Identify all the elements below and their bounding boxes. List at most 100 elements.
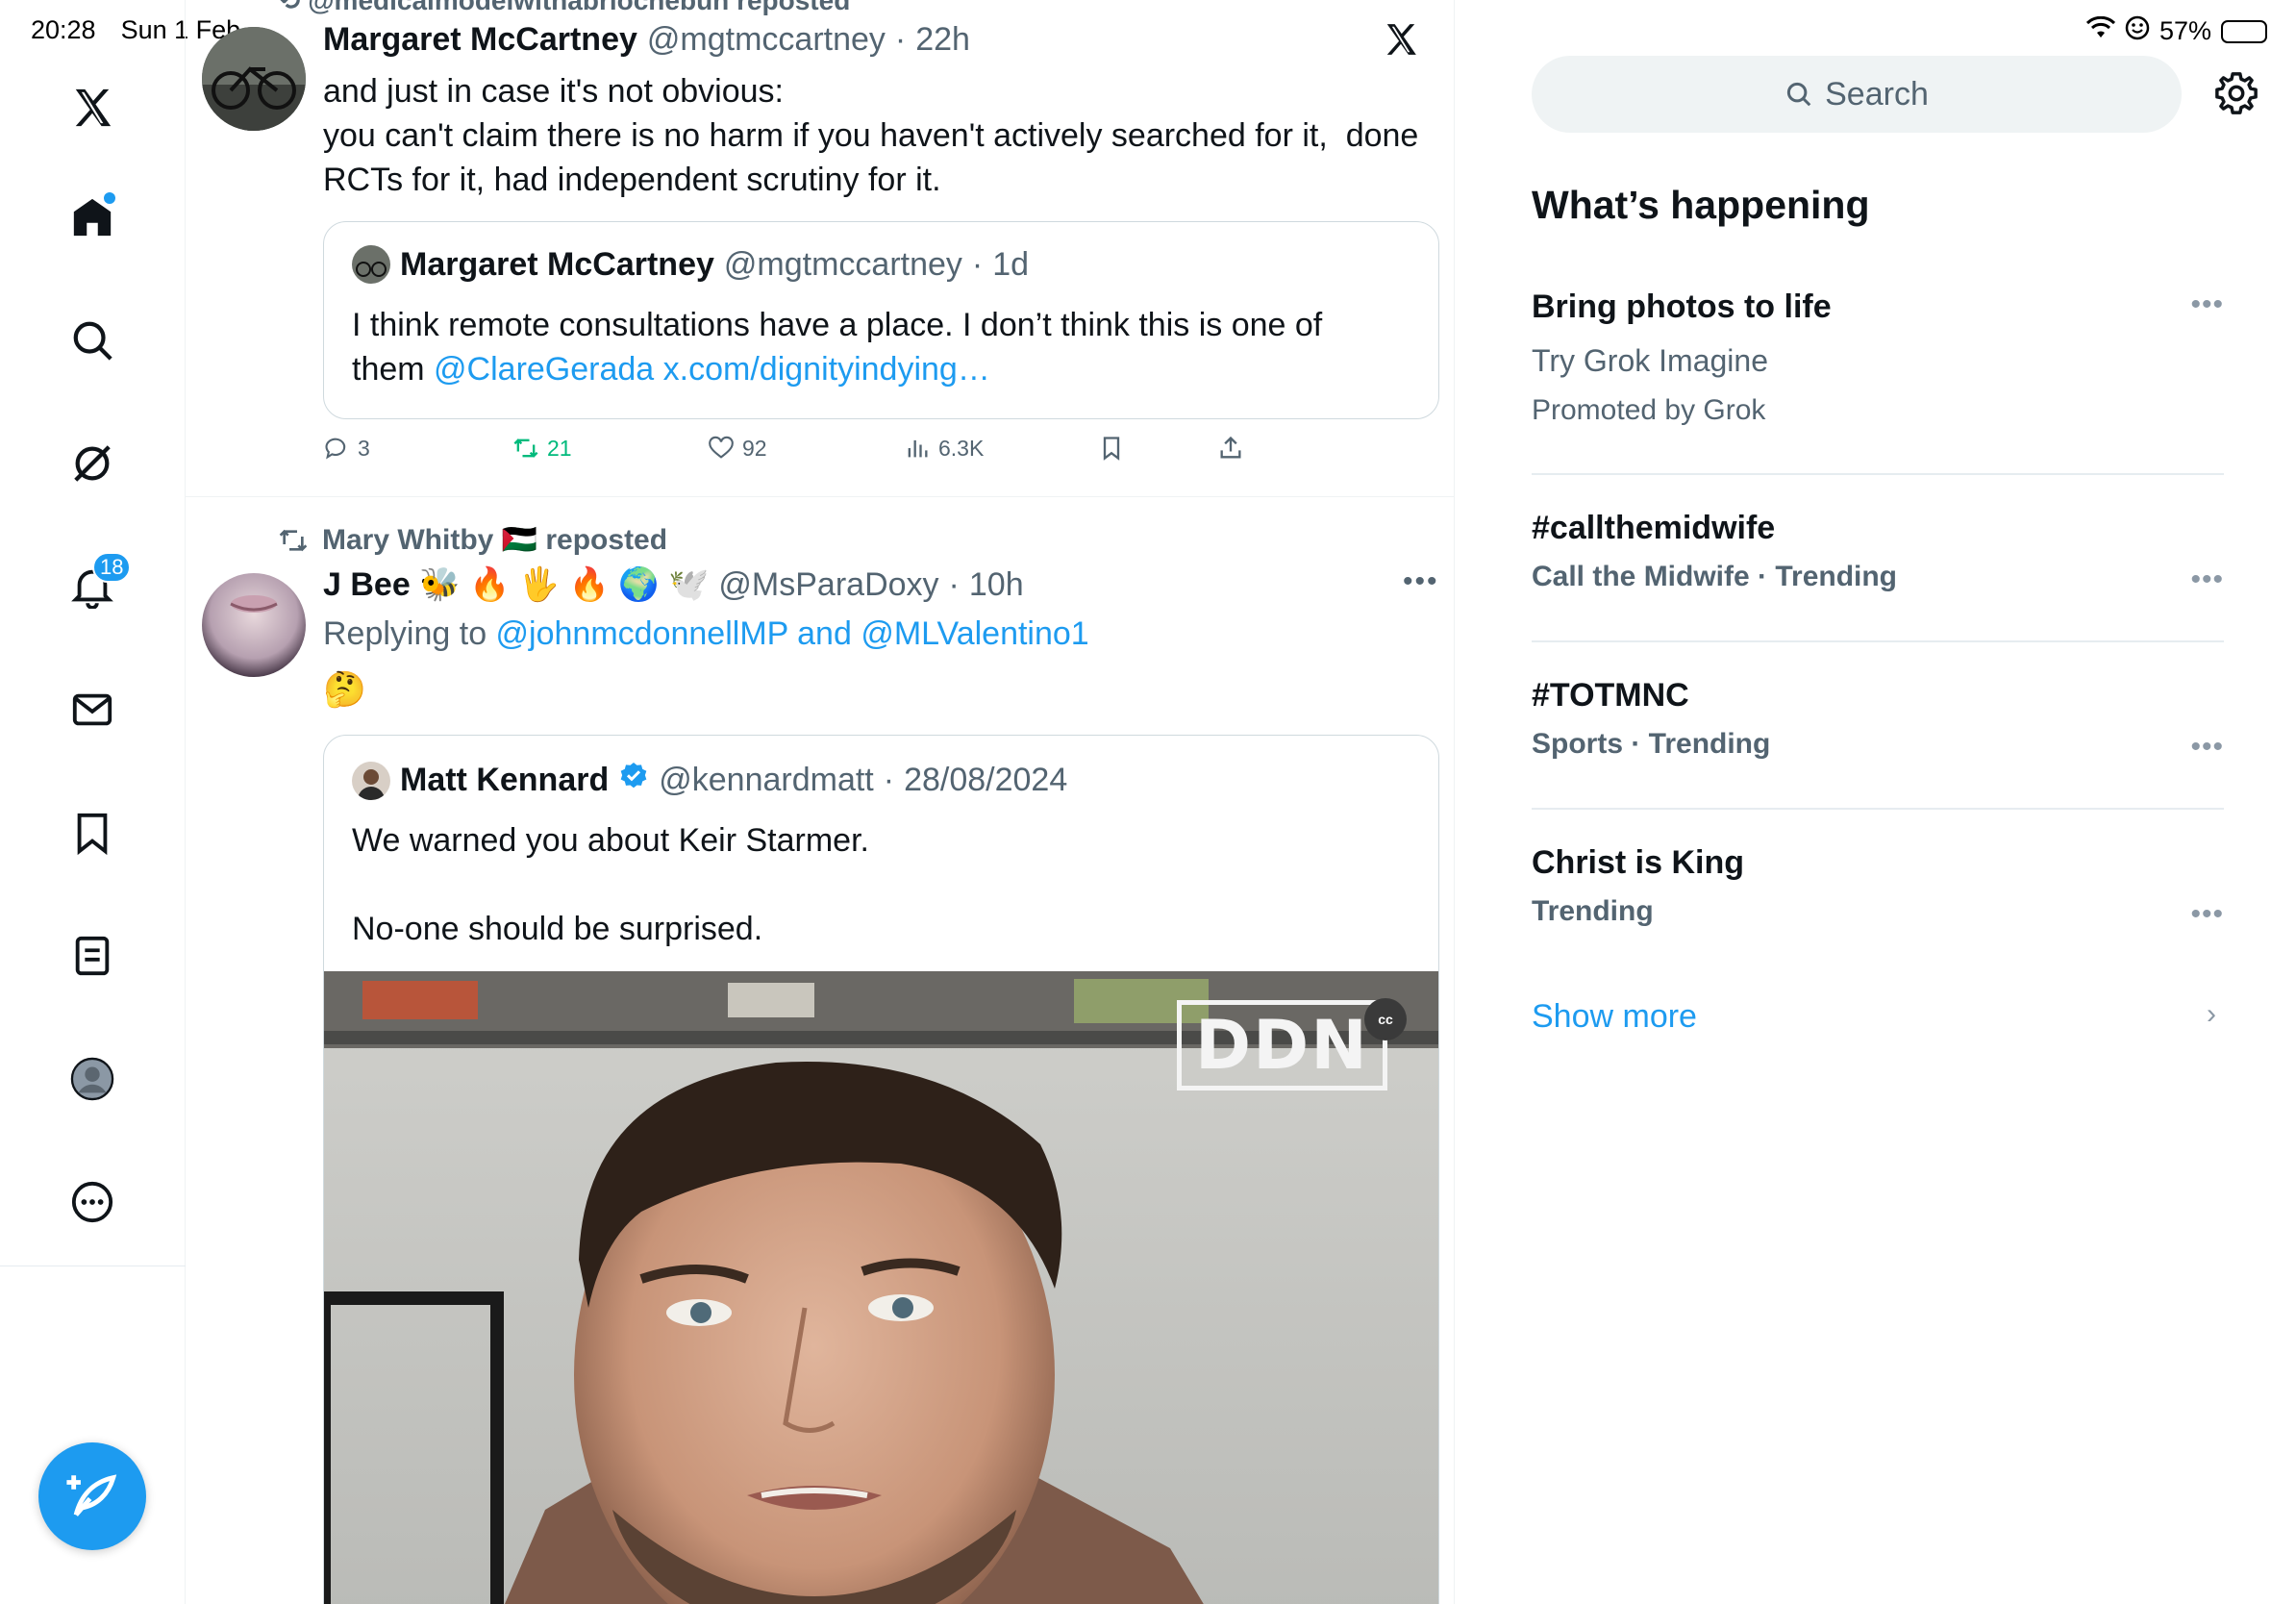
bookmark-icon <box>1103 437 1120 461</box>
x-logo-icon[interactable] <box>63 79 121 137</box>
reposted-by-label[interactable]: Mary Whitby 🇵🇸 reposted <box>322 523 667 557</box>
separator: · <box>971 245 984 283</box>
more-options-button[interactable]: ••• <box>1403 565 1439 598</box>
timeline: ⟲ @medicalmodelwithabriochebun reposted … <box>186 0 1455 1604</box>
trend-meta: Call the Midwife · Trending <box>1532 561 1898 592</box>
author-handle[interactable]: @MsParaDoxy <box>718 566 938 604</box>
quoted-tweet-header: Margaret McCartney @mgtmccartney · 1d <box>352 245 1029 284</box>
x-logo-icon <box>1383 21 1419 63</box>
author-handle[interactable]: @mgtmccartney <box>647 21 886 59</box>
repost-icon <box>279 529 308 551</box>
timestamp: 1d <box>992 245 1030 283</box>
tweet-text-line: and just in case it's not obvious: <box>323 73 784 110</box>
author-name: Margaret McCartney <box>400 245 714 283</box>
tweet-text-line: We warned you about Keir Starmer. <box>352 822 869 859</box>
trend-meta: Promoted by Grok <box>1532 394 1766 426</box>
bookmark-icon[interactable] <box>63 804 121 862</box>
author-name[interactable]: J Bee 🐝 🔥 🖐️ 🔥 🌍 🕊️ <box>323 565 709 604</box>
repost-button[interactable]: 21 <box>512 435 572 462</box>
trend-more-button[interactable]: ••• <box>2190 898 2224 931</box>
views-icon <box>908 439 928 458</box>
more-icon[interactable] <box>63 1173 121 1231</box>
repost-indicator: Mary Whitby 🇵🇸 reposted <box>278 523 667 557</box>
tweet-text-line: No-one should be surprised. <box>352 911 763 947</box>
repost-icon <box>513 439 538 458</box>
trend-item[interactable]: #TOTMNC Sports · Trending ••• <box>1532 677 2224 764</box>
timestamp[interactable]: 22h <box>915 21 970 59</box>
share-icon <box>1220 436 1241 459</box>
view-count: 6.3K <box>938 435 985 461</box>
search-input[interactable]: Search <box>1532 56 2182 133</box>
trend-divider <box>1532 473 2224 475</box>
bookmark-button[interactable] <box>1098 435 1125 462</box>
video-watermark: DDN <box>1177 1000 1387 1090</box>
home-icon[interactable] <box>63 188 121 246</box>
like-button[interactable]: 92 <box>708 435 767 462</box>
tweet-text: and just in case it's not obvious: you c… <box>323 69 1438 202</box>
search-placeholder: Search <box>1825 75 1929 113</box>
trend-subtitle: Try Grok Imagine <box>1532 343 1768 378</box>
text-fragment: them <box>352 351 435 388</box>
show-more-link[interactable]: Show more › <box>1532 998 2224 1036</box>
mention-link[interactable]: @ClareGerada <box>434 351 654 388</box>
grok-icon[interactable] <box>63 435 121 492</box>
bell-icon[interactable]: 18 <box>63 552 132 615</box>
replying-label: Replying to <box>323 615 496 652</box>
trend-meta: Trending <box>1532 895 1654 927</box>
video-player[interactable]: DDN cc <box>324 971 1438 1604</box>
trend-more-button[interactable]: ••• <box>2190 288 2224 321</box>
tweet-header: Margaret McCartney @mgtmccartney · 22h <box>323 21 970 59</box>
home-unread-dot <box>104 192 115 204</box>
search-icon[interactable] <box>63 312 121 369</box>
quoted-tweet[interactable]: Matt Kennard @kennardmatt · 28/08/2024 W… <box>323 735 1439 1604</box>
replying-to: Replying to @johnmcdonnellMP and @MLVale… <box>323 615 1089 653</box>
trend-more-button[interactable]: ••• <box>2190 731 2224 764</box>
trend-item[interactable]: #callthemidwife Call the Midwife · Trend… <box>1532 510 2224 596</box>
mail-icon[interactable] <box>63 681 121 739</box>
share-button[interactable] <box>1217 435 1244 462</box>
notifications-badge: 18 <box>92 552 132 583</box>
closed-captions-button[interactable]: cc <box>1364 998 1407 1040</box>
repost-indicator: ⟲ @medicalmodelwithabriochebun reposted <box>278 0 850 16</box>
gear-icon[interactable] <box>2214 71 2259 120</box>
compose-button[interactable] <box>38 1442 146 1550</box>
tweet-divider <box>186 496 1454 497</box>
tweet-text-line: I think remote consultations have a plac… <box>352 307 1323 343</box>
quoted-tweet-text: I think remote consultations have a plac… <box>352 303 1410 391</box>
views-button[interactable]: 6.3K <box>904 435 984 462</box>
profile-icon[interactable] <box>63 1050 121 1108</box>
reply-count: 3 <box>358 435 370 461</box>
like-count: 92 <box>742 435 767 461</box>
repost-count: 21 <box>547 435 572 461</box>
url-link[interactable]: x.com/dignityindying… <box>663 351 990 388</box>
reply-button[interactable]: 3 <box>323 435 370 462</box>
author-name[interactable]: Margaret McCartney <box>323 21 637 59</box>
trend-item[interactable]: Christ is King Trending ••• <box>1532 844 2224 931</box>
timestamp[interactable]: 10h <box>969 566 1024 604</box>
separator: · <box>894 21 907 58</box>
verified-badge-icon <box>618 761 649 800</box>
avatar <box>352 245 390 284</box>
retweet-icon: ⟲ <box>278 0 309 15</box>
tweet-header: J Bee 🐝 🔥 🖐️ 🔥 🌍 🕊️ @MsParaDoxy · 10h <box>323 565 1024 604</box>
trend-title: Christ is King <box>1532 844 1745 881</box>
trend-more-button[interactable]: ••• <box>2190 564 2224 596</box>
author-handle: @kennardmatt <box>659 762 874 798</box>
avatar <box>352 761 390 800</box>
lists-icon[interactable] <box>63 927 121 985</box>
trend-divider <box>1532 640 2224 642</box>
right-sidebar: Search What’s happening Bring photos to … <box>1455 0 2296 1604</box>
quoted-tweet[interactable]: Margaret McCartney @mgtmccartney · 1d I … <box>323 221 1439 419</box>
avatar[interactable] <box>202 573 306 677</box>
replying-to-links[interactable]: @johnmcdonnellMP and @MLValentino1 <box>496 615 1089 652</box>
section-title: What’s happening <box>1532 183 1870 227</box>
left-navigation: 18 <box>0 0 186 1604</box>
cc-icon: cc <box>1378 1012 1393 1027</box>
separator: · <box>948 565 960 603</box>
trend-item[interactable]: Bring photos to life Try Grok Imagine Pr… <box>1532 288 2224 442</box>
avatar[interactable] <box>202 27 306 131</box>
tweet-text-line: RCTs for it, had independent scrutiny fo… <box>323 162 941 198</box>
heart-icon <box>709 436 734 459</box>
author-handle: @mgtmccartney <box>723 245 962 283</box>
author-name: Matt Kennard <box>400 762 610 798</box>
